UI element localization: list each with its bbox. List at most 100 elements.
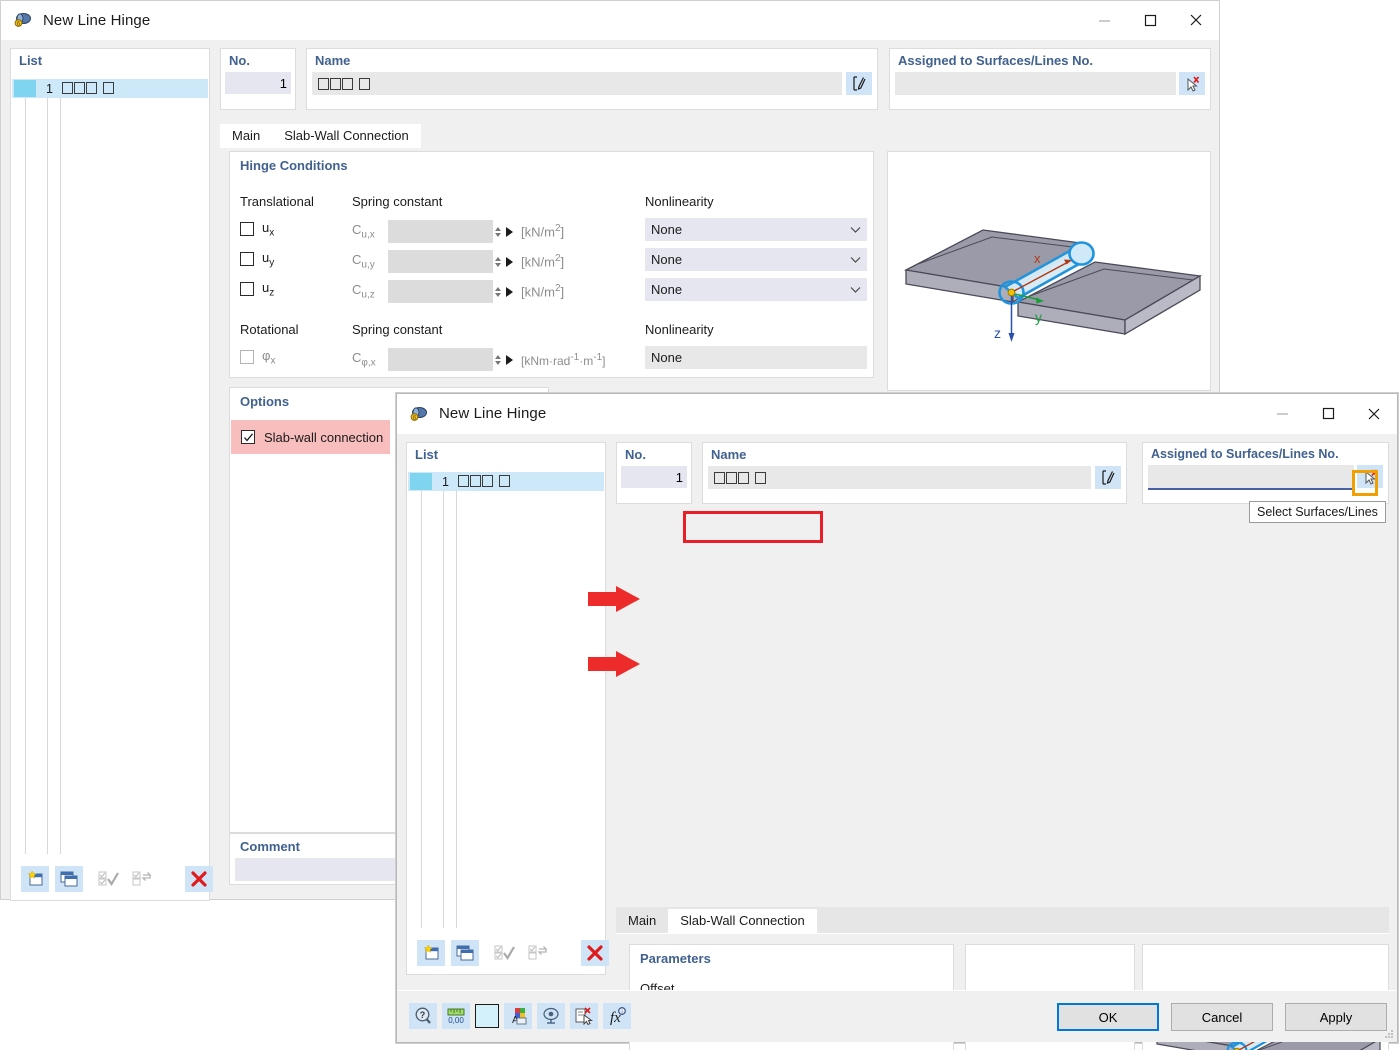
spinner-cuz [495, 286, 501, 297]
play-cuy [506, 256, 513, 267]
row-ux: ux [240, 220, 274, 239]
slab-wall-connection-option[interactable]: Slab-wall connection [231, 420, 390, 454]
maximize-button[interactable] [1127, 1, 1173, 40]
symbol-cuz: Cu,z [352, 282, 375, 301]
play-cphix [506, 354, 513, 365]
input-cuz [388, 280, 493, 303]
tab-slab-wall-connection[interactable]: Slab-Wall Connection [272, 124, 421, 148]
list-item-number: 1 [46, 81, 53, 96]
symbol-cux: Cu,x [352, 222, 375, 241]
label-ux: ux [262, 220, 275, 239]
display-properties-icon[interactable]: A [504, 1003, 532, 1029]
list-item-color-swatch [410, 473, 432, 490]
close-button[interactable] [1173, 1, 1219, 40]
select-surfaces-lines-icon[interactable] [1357, 465, 1383, 488]
nonlinearity-header: Nonlinearity [645, 194, 714, 209]
visibility-icon[interactable] [537, 1003, 565, 1029]
delete-icon[interactable] [581, 940, 609, 966]
new-icon[interactable] [417, 940, 445, 966]
bottom-toolbar: ? 0,00 A fx i [409, 1003, 631, 1029]
help-icon[interactable]: ? [409, 1003, 437, 1029]
list-item[interactable]: 1 [12, 79, 208, 98]
svg-text:?: ? [420, 1010, 426, 1020]
no-field[interactable]: 1 [621, 466, 687, 488]
tabstrip-foreground: Main Slab-Wall Connection [616, 907, 1389, 933]
chevron-down-icon [850, 222, 861, 237]
delete-icon[interactable] [185, 866, 213, 892]
unit-cuy: [kN/m2] [521, 253, 565, 270]
select-all-icon [95, 866, 123, 892]
new-line-hinge-dialog-foreground: 6 New Line Hinge List 1 No. 1 Name Assig… [396, 393, 1398, 1050]
edit-name-icon[interactable] [1095, 466, 1121, 489]
combo-nonlinearity-ux[interactable]: None [645, 218, 867, 241]
spinner-cuy [495, 256, 501, 267]
maximize-button[interactable] [1305, 394, 1351, 433]
spring-constant-header: Spring constant [352, 194, 443, 209]
minimize-button[interactable] [1081, 1, 1127, 40]
row-uz: uz [240, 280, 274, 299]
checkbox-slab-wall-connection[interactable] [241, 430, 255, 444]
rot-nonlinearity-header: Nonlinearity [645, 322, 714, 337]
list-grid-col2 [443, 485, 444, 928]
checkbox-uy[interactable] [240, 252, 254, 267]
tab-main[interactable]: Main [616, 909, 669, 933]
name-label: Name [315, 53, 351, 68]
copy-icon[interactable] [55, 866, 83, 892]
dialog-buttons: OK Cancel Apply [1057, 1003, 1387, 1031]
screen: 6 New Line Hinge List 1 No. 1 Name Assig… [0, 0, 1400, 1050]
edit-name-icon[interactable] [846, 72, 872, 95]
chevron-down-icon [850, 252, 861, 267]
combo-nonlinearity-uz[interactable]: None [645, 278, 867, 301]
units-icon[interactable]: 0,00 [442, 1003, 470, 1029]
new-icon[interactable] [21, 866, 49, 892]
dialog-footer: ? 0,00 A fx i OK Cancel Apply [397, 990, 1397, 1042]
checkbox-uz[interactable] [240, 282, 254, 297]
select-all-icon [491, 940, 519, 966]
assigned-input[interactable] [895, 72, 1176, 95]
no-field[interactable]: 1 [225, 72, 291, 94]
parameters-title: Parameters [640, 951, 711, 966]
list-item[interactable]: 1 [408, 472, 604, 491]
combo-nonlinearity-phix: None [645, 346, 867, 369]
tab-slab-wall-connection[interactable]: Slab-Wall Connection [668, 909, 817, 933]
name-label: Name [711, 447, 747, 462]
cancel-button[interactable]: Cancel [1171, 1003, 1273, 1031]
pick-delete-icon[interactable] [570, 1003, 598, 1029]
play-cuz [506, 286, 513, 297]
unit-cuz: [kN/m2] [521, 283, 565, 300]
combo-nonlinearity-uy[interactable]: None [645, 248, 867, 271]
copy-icon[interactable] [451, 940, 479, 966]
assigned-input[interactable] [1148, 465, 1354, 488]
list-header: List [415, 447, 439, 462]
hinge-conditions-group: Hinge Conditions Translational Spring co… [229, 151, 874, 378]
svg-text:0,00: 0,00 [448, 1016, 464, 1025]
hinge-conditions-title: Hinge Conditions [240, 158, 348, 173]
name-input[interactable] [708, 466, 1091, 489]
ok-button[interactable]: OK [1057, 1003, 1159, 1031]
list-toolbar-foreground [417, 940, 609, 966]
close-button[interactable] [1351, 394, 1397, 433]
apply-button[interactable]: Apply [1285, 1003, 1387, 1031]
formula-icon[interactable]: fx i [603, 1003, 631, 1029]
tabstrip-background: Main Slab-Wall Connection [220, 122, 1211, 148]
name-group-foreground: Name [702, 442, 1127, 504]
window-controls-background [1081, 1, 1219, 40]
preview-3d-hinge: x y z [903, 229, 1202, 342]
spring-ux: Cu,x [kN/m2] [352, 220, 564, 243]
resize-grip[interactable] [1383, 1028, 1395, 1040]
list-item-color-swatch [14, 80, 36, 97]
minimize-button[interactable] [1259, 394, 1305, 433]
list-grid-col1 [25, 91, 61, 854]
annotation-arrow-offset [588, 586, 640, 612]
hinge-icon: 6 [409, 404, 429, 424]
combo-nonlinearity-ux-value: None [651, 222, 683, 237]
tab-main[interactable]: Main [220, 124, 273, 148]
name-input[interactable] [312, 72, 842, 95]
no-label: No. [229, 53, 250, 68]
checkbox-ux[interactable] [240, 222, 254, 237]
select-surfaces-lines-icon[interactable] [1179, 72, 1205, 95]
list-item-name [58, 81, 114, 96]
list-panel-foreground: List 1 [406, 442, 609, 975]
chevron-down-icon [850, 282, 861, 297]
color-swatch-icon[interactable] [475, 1004, 499, 1028]
